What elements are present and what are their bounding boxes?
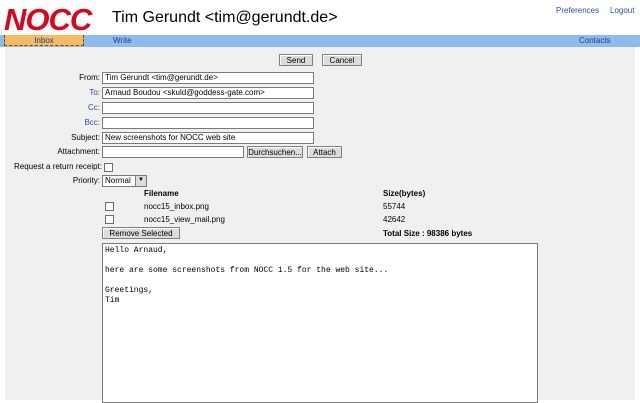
send-button[interactable]: Send bbox=[279, 54, 313, 66]
to-label[interactable]: To: bbox=[5, 87, 100, 99]
to-field[interactable]: Arnaud Boudou <skuld@goddess-gate.com> bbox=[102, 87, 314, 99]
tab-inbox[interactable]: Inbox bbox=[4, 35, 84, 46]
receipt-label: Request a return receipt: bbox=[14, 162, 103, 171]
cancel-button[interactable]: Cancel bbox=[322, 54, 362, 66]
priority-value: Normal bbox=[105, 176, 131, 185]
user-identity: Tim Gerundt <tim@gerundt.de> bbox=[112, 9, 338, 26]
bcc-label[interactable]: Bcc: bbox=[5, 117, 100, 129]
from-label: From: bbox=[79, 73, 100, 82]
attachment-filename: nocc15_inbox.png bbox=[144, 202, 209, 211]
preferences-link[interactable]: Preferences bbox=[556, 6, 599, 15]
attachment-filename: nocc15_view_mail.png bbox=[144, 215, 225, 224]
subject-field[interactable]: New screenshots for NOCC web site bbox=[102, 132, 314, 144]
logout-link[interactable]: Logout bbox=[610, 6, 634, 15]
tab-write[interactable]: Write bbox=[113, 35, 132, 46]
nav-bar: Inbox Write Contacts bbox=[0, 35, 640, 47]
priority-label: Priority: bbox=[72, 176, 100, 185]
col-size-header: Size(bytes) bbox=[383, 189, 426, 198]
cc-field[interactable] bbox=[102, 102, 314, 114]
message-body-textarea[interactable]: Hello Arnaud, here are some screenshots … bbox=[102, 243, 538, 403]
priority-select[interactable]: Normal ▼ bbox=[102, 175, 147, 187]
attachment-file-field[interactable] bbox=[102, 146, 244, 158]
attachment-row-checkbox[interactable] bbox=[105, 215, 114, 224]
chevron-down-icon[interactable]: ▼ bbox=[135, 176, 146, 186]
compose-panel: Send Cancel From: Tim Gerundt <tim@gerun… bbox=[5, 47, 635, 403]
total-size: Total Size : 98386 bytes bbox=[383, 229, 473, 238]
attach-button[interactable]: Attach bbox=[307, 146, 342, 158]
attachment-row-checkbox[interactable] bbox=[105, 202, 114, 211]
browse-button[interactable]: Durchsuchen... bbox=[247, 146, 303, 158]
tab-contacts[interactable]: Contacts bbox=[579, 35, 611, 46]
remove-selected-button[interactable]: Remove Selected bbox=[102, 227, 180, 239]
receipt-checkbox[interactable] bbox=[104, 163, 113, 172]
nocc-logo: NOCC bbox=[4, 2, 92, 37]
attachment-size: 55744 bbox=[383, 202, 406, 211]
col-filename-header: Filename bbox=[144, 189, 179, 198]
from-field[interactable]: Tim Gerundt <tim@gerundt.de> bbox=[102, 72, 314, 84]
bcc-field[interactable] bbox=[102, 117, 314, 129]
attachment-label: Attachment: bbox=[57, 147, 100, 156]
attachment-size: 42642 bbox=[383, 215, 406, 224]
subject-label: Subject: bbox=[71, 133, 100, 142]
cc-label[interactable]: Cc: bbox=[5, 102, 100, 114]
